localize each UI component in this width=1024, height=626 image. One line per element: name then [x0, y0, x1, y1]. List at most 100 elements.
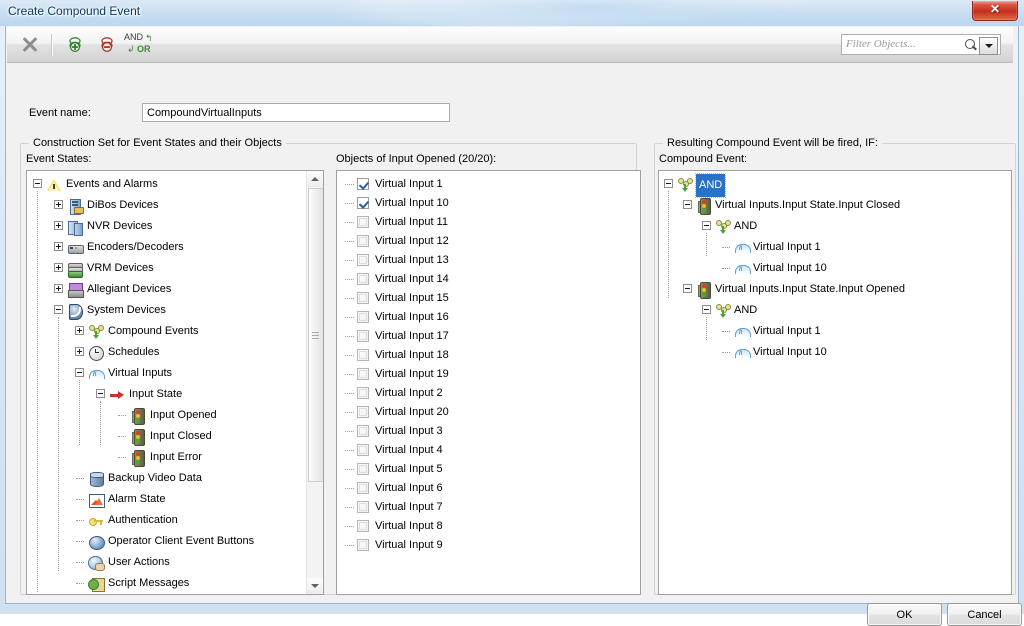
checkbox-unchecked[interactable] [357, 292, 369, 304]
remove-event-state-button[interactable] [91, 31, 121, 59]
list-item[interactable]: Virtual Input 8 [337, 517, 640, 536]
compound-event-tree[interactable]: AND Virtual Inputs.Input State.Input Clos… [658, 170, 1012, 595]
checkbox-unchecked[interactable] [357, 273, 369, 285]
tree-item-schedules[interactable]: Schedules [27, 342, 306, 363]
scroll-down-button[interactable] [307, 578, 323, 594]
list-item[interactable]: Virtual Input 12 [337, 232, 640, 251]
list-item[interactable]: Virtual Input 14 [337, 270, 640, 289]
filter-dropdown-button[interactable] [979, 37, 998, 55]
checkbox-unchecked[interactable] [357, 254, 369, 266]
list-item[interactable]: Virtual Input 1 [337, 175, 640, 194]
filter-objects-box[interactable]: Filter Objects... [841, 34, 1001, 55]
compound-tree-item[interactable]: Virtual Inputs.Input State.Input Closed [659, 195, 1011, 216]
checkbox-unchecked[interactable] [357, 235, 369, 247]
list-item[interactable]: Virtual Input 16 [337, 308, 640, 327]
collapse-icon[interactable] [75, 368, 84, 377]
tree-item-system-devices[interactable]: System Devices [27, 300, 306, 321]
tree-item-dibos-devices[interactable]: DiBos Devices [27, 195, 306, 216]
tree-item-vrm-devices[interactable]: VRM Devices [27, 258, 306, 279]
checkbox-unchecked[interactable] [357, 311, 369, 323]
list-item[interactable]: Virtual Input 6 [337, 479, 640, 498]
tree-item-user-actions[interactable]: User Actions [27, 552, 306, 573]
cancel-button[interactable]: Cancel [947, 603, 1022, 626]
checkbox-unchecked[interactable] [357, 406, 369, 418]
tree-item-authentication[interactable]: Authentication [27, 510, 306, 531]
compound-tree-item[interactable]: /\ Virtual Input 10 [659, 342, 1011, 363]
checkbox-unchecked[interactable] [357, 368, 369, 380]
tree-item-compound-events[interactable]: Compound Events [27, 321, 306, 342]
tree-item-input-opened[interactable]: Input Opened [27, 405, 306, 426]
event-name-input[interactable]: CompoundVirtualInputs [142, 103, 450, 122]
checkbox-checked[interactable] [357, 178, 369, 190]
list-item[interactable]: Virtual Input 15 [337, 289, 640, 308]
scroll-up-button[interactable] [307, 171, 323, 187]
tree-item-alarm-state[interactable]: Alarm State [27, 489, 306, 510]
list-item[interactable]: Virtual Input 10 [337, 194, 640, 213]
checkbox-unchecked[interactable] [357, 463, 369, 475]
checkbox-unchecked[interactable] [357, 501, 369, 513]
checkbox-checked[interactable] [357, 197, 369, 209]
tree-item-script-messages[interactable]: Script Messages [27, 573, 306, 594]
collapse-icon[interactable] [33, 179, 42, 188]
collapse-icon[interactable] [683, 200, 692, 209]
tree-item-input-error[interactable]: Input Error [27, 447, 306, 468]
checkbox-unchecked[interactable] [357, 539, 369, 551]
compound-tree-item[interactable]: /\ Virtual Input 10 [659, 258, 1011, 279]
expand-icon[interactable] [54, 263, 63, 272]
compound-tree-item[interactable]: AND [659, 300, 1011, 321]
collapse-icon[interactable] [664, 179, 673, 188]
checkbox-unchecked[interactable] [357, 520, 369, 532]
collapse-icon[interactable] [54, 305, 63, 314]
compound-tree-item[interactable]: /\ Virtual Input 1 [659, 237, 1011, 258]
tree-item-backup-video-data[interactable]: Backup Video Data [27, 468, 306, 489]
tree-item-virtual-inputs[interactable]: /\ Virtual Inputs [27, 363, 306, 384]
list-item[interactable]: Virtual Input 7 [337, 498, 640, 517]
list-item[interactable]: Virtual Input 4 [337, 441, 640, 460]
tree-item-events-and-alarms[interactable]: Events and Alarms [27, 174, 306, 195]
compound-tree-item[interactable]: AND [659, 173, 1011, 198]
and-or-toggle-button[interactable]: AND ↰ ↲ OR [121, 31, 161, 59]
list-item[interactable]: Virtual Input 18 [337, 346, 640, 365]
tree-item-input-closed[interactable]: Input Closed [27, 426, 306, 447]
tree-item-encoders-decoders[interactable]: Encoders/Decoders [27, 237, 306, 258]
add-event-state-button[interactable] [59, 31, 89, 59]
compound-tree-item[interactable]: /\ Virtual Input 1 [659, 321, 1011, 342]
list-item[interactable]: Virtual Input 5 [337, 460, 640, 479]
checkbox-unchecked[interactable] [357, 444, 369, 456]
list-item[interactable]: Virtual Input 13 [337, 251, 640, 270]
expand-icon[interactable] [54, 221, 63, 230]
list-item[interactable]: Virtual Input 9 [337, 536, 640, 555]
expand-icon[interactable] [54, 284, 63, 293]
checkbox-unchecked[interactable] [357, 425, 369, 437]
collapse-icon[interactable] [96, 389, 105, 398]
tree-item-operator-client-event-buttons[interactable]: Operator Client Event Buttons [27, 531, 306, 552]
list-item[interactable]: Virtual Input 17 [337, 327, 640, 346]
list-item[interactable]: Virtual Input 20 [337, 403, 640, 422]
collapse-icon[interactable] [702, 221, 711, 230]
list-item[interactable]: Virtual Input 2 [337, 384, 640, 403]
event-states-scrollbar[interactable] [306, 171, 323, 594]
collapse-icon[interactable] [683, 284, 692, 293]
expand-icon[interactable] [54, 242, 63, 251]
objects-list[interactable]: Virtual Input 1 Virtual Input 10 Virtual I… [336, 170, 641, 595]
expand-icon[interactable] [54, 200, 63, 209]
search-icon[interactable] [964, 38, 978, 52]
scroll-thumb[interactable] [308, 188, 323, 482]
list-item[interactable]: Virtual Input 11 [337, 213, 640, 232]
ok-button[interactable]: OK [867, 603, 942, 626]
collapse-icon[interactable] [702, 305, 711, 314]
filter-objects-input[interactable]: Filter Objects... [846, 38, 964, 50]
expand-icon[interactable] [75, 326, 84, 335]
checkbox-unchecked[interactable] [357, 482, 369, 494]
close-button[interactable]: ✕ [972, 1, 1018, 21]
tree-item-allegiant-devices[interactable]: Allegiant Devices [27, 279, 306, 300]
compound-tree-item[interactable]: Virtual Inputs.Input State.Input Opened [659, 279, 1011, 300]
checkbox-unchecked[interactable] [357, 216, 369, 228]
tree-item-input-state[interactable]: Input State [27, 384, 306, 405]
checkbox-unchecked[interactable] [357, 387, 369, 399]
list-item[interactable]: Virtual Input 3 [337, 422, 640, 441]
event-states-tree[interactable]: Events and Alarms DiBos Devices NVR Device… [26, 170, 324, 595]
expand-icon[interactable] [75, 347, 84, 356]
compound-tree-item[interactable]: AND [659, 216, 1011, 237]
checkbox-unchecked[interactable] [357, 349, 369, 361]
